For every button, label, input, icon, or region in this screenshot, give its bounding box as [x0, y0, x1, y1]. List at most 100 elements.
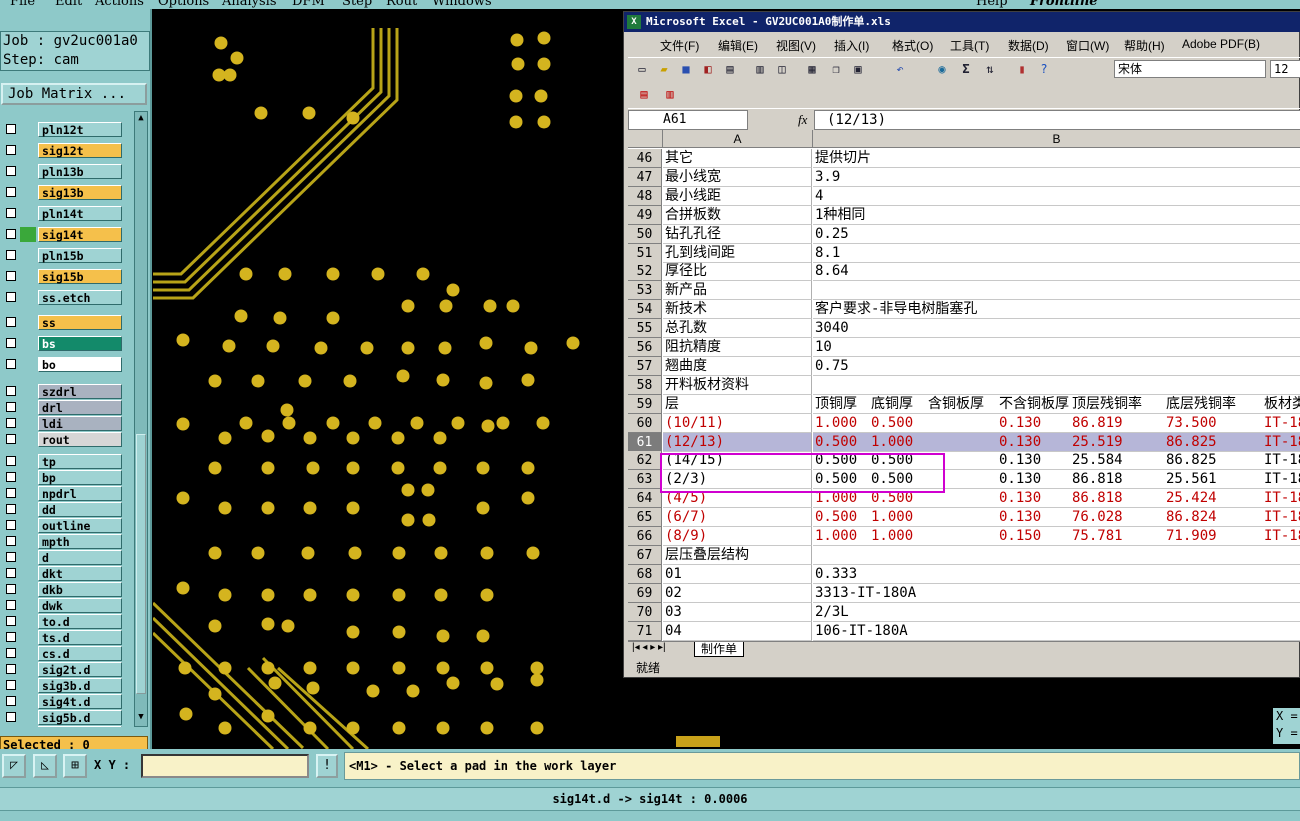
row-header[interactable]: 67 [628, 545, 662, 565]
layer-row-dwk[interactable]: dwk [4, 597, 122, 613]
checkbox-icon[interactable] [6, 520, 16, 530]
menu-options[interactable]: Options [158, 0, 209, 9]
cell-b[interactable]: 0.500 1.000 0.130 25.519 86.825 IT-18 [813, 432, 1300, 452]
menu-windows[interactable]: Windows [432, 0, 492, 9]
name-box[interactable]: A61 [628, 110, 748, 130]
layer-row-sig2t-d[interactable]: sig2t.d [4, 661, 122, 677]
chart-icon[interactable]: ▮ [1014, 61, 1030, 77]
column-header-b[interactable]: B [813, 130, 1300, 148]
layer-name[interactable]: rout [38, 432, 122, 447]
table-row[interactable]: 68 01 0.333 [628, 564, 1300, 584]
cell-b[interactable]: 提供切片 [813, 149, 1300, 168]
layer-list[interactable]: pln12t sig12t pln13b sig13b pln14t sig14t pln1… [0, 111, 134, 727]
layer-row-szdrl[interactable]: szdrl [4, 383, 122, 399]
layer-row-sig15b[interactable]: sig15b [4, 268, 122, 284]
cell-b[interactable]: 1种相同 [813, 206, 1300, 225]
row-header[interactable]: 50 [628, 224, 662, 244]
spreadsheet-grid[interactable]: A B 46 其它 提供切片 47 最小线宽 3.9 48 最小线距 4 49 合拼板数 1种相同 50… [628, 130, 1300, 642]
cell-b[interactable]: 8.64 [813, 262, 1300, 282]
checkbox-icon[interactable] [6, 434, 16, 444]
excel-menu-item[interactable]: 工具(T) [950, 37, 989, 54]
excel-menu-item[interactable]: 文件(F) [660, 37, 699, 54]
layer-name[interactable]: szdrl [38, 384, 122, 399]
row-header[interactable]: 48 [628, 186, 662, 206]
row-header[interactable]: 54 [628, 300, 662, 320]
layer-name[interactable]: ldi [38, 416, 122, 431]
job-matrix-button[interactable]: Job Matrix ... [1, 83, 147, 105]
cell-a[interactable]: 阻抗精度 [663, 338, 812, 357]
row-header[interactable]: 69 [628, 583, 662, 603]
row-header[interactable]: 66 [628, 527, 662, 546]
sheet-tab[interactable]: 制作单 [694, 642, 744, 657]
layer-row-d[interactable]: d [4, 549, 122, 565]
layer-name[interactable]: ss [38, 315, 122, 330]
checkbox-icon[interactable] [6, 187, 16, 197]
layer-row-mpth[interactable]: mpth [4, 533, 122, 549]
row-header[interactable]: 52 [628, 262, 662, 282]
excel-menu-item[interactable]: 视图(V) [776, 37, 816, 54]
menu-edit[interactable]: Edit [55, 0, 82, 9]
checkbox-icon[interactable] [6, 616, 16, 626]
layer-row-sig6t-d[interactable]: sig6t.d [4, 725, 122, 727]
layer-row-sig3b-d[interactable]: sig3b.d [4, 677, 122, 693]
row-header[interactable]: 56 [628, 338, 662, 357]
table-row[interactable]: 46 其它 提供切片 [628, 149, 1300, 168]
checkbox-icon[interactable] [6, 292, 16, 302]
table-row[interactable]: 50 钻孔孔径 0.25 [628, 224, 1300, 244]
layer-row-to-d[interactable]: to.d [4, 613, 122, 629]
checkbox-icon[interactable] [6, 488, 16, 498]
layer-row-sig14t[interactable]: sig14t [4, 226, 122, 242]
row-header[interactable]: 51 [628, 243, 662, 263]
layer-row-dkt[interactable]: dkt [4, 565, 122, 581]
table-row[interactable]: 54 新技术 客户要求-非导电树脂塞孔 [628, 300, 1300, 320]
table-row[interactable]: 61 (12/13) 0.500 1.000 0.130 25.519 86.825 IT-1… [628, 432, 1300, 452]
checkbox-icon[interactable] [6, 648, 16, 658]
menu-file[interactable]: File [10, 0, 35, 9]
layer-name[interactable]: ss.etch [38, 290, 122, 305]
layer-row-ldi[interactable]: ldi [4, 415, 122, 431]
pdf-mail-icon[interactable]: ▥ [662, 86, 678, 102]
layer-row-tp[interactable]: tp [4, 453, 122, 469]
cell-a[interactable]: 钻孔孔径 [663, 224, 812, 244]
layer-row-dkb[interactable]: dkb [4, 581, 122, 597]
help-icon[interactable]: ? [1036, 61, 1052, 77]
checkbox-icon[interactable] [6, 145, 16, 155]
cell-b[interactable]: 0.25 [813, 225, 1300, 244]
layer-name[interactable]: sig13b [38, 185, 122, 200]
hyperlink-icon[interactable]: ◉ [934, 61, 950, 77]
layer-row-outline[interactable]: outline [4, 517, 122, 533]
checkbox-icon[interactable] [6, 584, 16, 594]
excel-window[interactable]: X Microsoft Excel - GV2UC001A0制作单.xls 文件… [623, 11, 1300, 678]
table-row[interactable]: 71 04 106-IT-180A [628, 621, 1300, 641]
layer-name[interactable]: sig2t.d [38, 662, 122, 677]
row-header[interactable]: 59 [628, 394, 662, 414]
layer-name[interactable]: dkb [38, 582, 122, 597]
layer-name[interactable]: pln13b [38, 164, 122, 179]
cell-a[interactable]: (8/9) [663, 527, 812, 546]
layer-row-bp[interactable]: bp [4, 469, 122, 485]
cell-a[interactable]: (6/7) [663, 508, 812, 528]
layer-row-dd[interactable]: dd [4, 501, 122, 517]
checkbox-icon[interactable] [6, 271, 16, 281]
checkbox-icon[interactable] [6, 229, 16, 239]
table-row[interactable]: 55 总孔数 3040 [628, 319, 1300, 339]
cell-b[interactable]: 3040 [813, 319, 1300, 339]
table-row[interactable]: 52 厚径比 8.64 [628, 262, 1300, 282]
layer-row-sig12t[interactable]: sig12t [4, 142, 122, 158]
checkbox-icon[interactable] [6, 402, 16, 412]
layer-name[interactable]: sig15b [38, 269, 122, 284]
layer-name[interactable]: bp [38, 470, 122, 485]
layer-name[interactable]: dwk [38, 598, 122, 613]
scroll-down-icon[interactable]: ▼ [136, 712, 146, 724]
row-header[interactable]: 63 [628, 470, 662, 490]
excel-menu-item[interactable]: 数据(D) [1008, 37, 1049, 54]
checkbox-icon[interactable] [6, 124, 16, 134]
cell-a[interactable]: 最小线宽 [663, 167, 812, 187]
layer-name[interactable]: sig4t.d [38, 694, 122, 709]
cell-b[interactable]: 1.000 1.000 0.150 75.781 71.909 IT-18 [813, 527, 1300, 546]
checkbox-icon[interactable] [6, 568, 16, 578]
table-row[interactable]: 60 (10/11) 1.000 0.500 0.130 86.819 73.500 IT-1… [628, 413, 1300, 433]
cell-b[interactable]: 3313-IT-180A [813, 584, 1300, 603]
scroll-thumb[interactable] [136, 434, 146, 694]
checkbox-icon[interactable] [6, 418, 16, 428]
